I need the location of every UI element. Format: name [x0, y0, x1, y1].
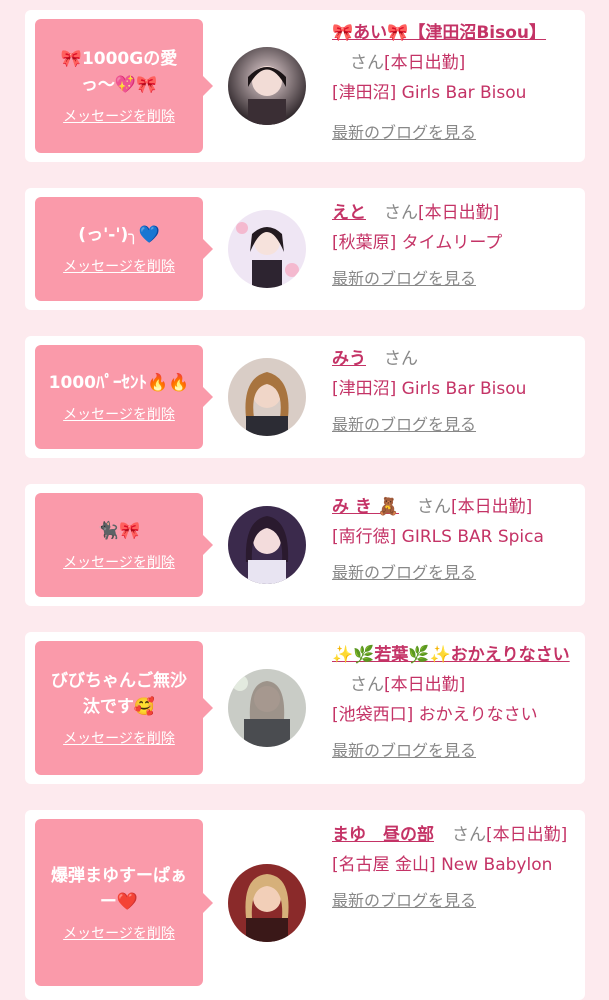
- latest-blog-link[interactable]: 最新のブログを見る: [332, 264, 476, 294]
- cast-info: えと さん[本日出勤] [秋葉原] タイムリープ 最新のブログを見る: [332, 198, 577, 294]
- delete-message-link[interactable]: メッセージを削除: [63, 256, 175, 276]
- cast-name-link[interactable]: まゆ 昼の部: [332, 825, 434, 845]
- message-text: 爆弾まゆすーぱぁ ー❤️: [51, 865, 187, 912]
- latest-blog-link[interactable]: 最新のブログを見る: [332, 558, 476, 588]
- favorite-card: 🎀1000Gの愛 っ〜💖🎀 メッセージを削除 🎀あい🎀【津田沼Bisou】さん[…: [25, 10, 585, 162]
- cast-name-link[interactable]: みう: [332, 349, 366, 369]
- message-bubble: 🎀1000Gの愛 っ〜💖🎀 メッセージを削除: [35, 19, 213, 153]
- honorific: さん: [452, 825, 486, 845]
- latest-blog-link[interactable]: 最新のブログを見る: [332, 118, 476, 148]
- honorific: さん: [350, 675, 384, 695]
- latest-blog-link[interactable]: 最新のブログを見る: [332, 736, 476, 766]
- favorite-list: 🎀1000Gの愛 っ〜💖🎀 メッセージを削除 🎀あい🎀【津田沼Bisou】さん[…: [0, 0, 609, 1000]
- delete-message-link[interactable]: メッセージを削除: [63, 552, 175, 572]
- work-status: [本日出勤]: [418, 203, 500, 223]
- favorite-card: 1000ﾊﾟｰｾﾝﾄ🔥🔥 メッセージを削除 みう さん [津田沼] Girls B…: [25, 336, 585, 458]
- message-text: 🐈‍⬛🎀: [97, 521, 141, 541]
- cast-name-link[interactable]: ✨🌿若葉🌿✨おかえりなさい: [332, 645, 570, 665]
- delete-message-link[interactable]: メッセージを削除: [63, 404, 175, 424]
- shop-name: [池袋西口] おかえりなさい: [332, 705, 538, 725]
- avatar[interactable]: [228, 358, 306, 436]
- cast-info: ✨🌿若葉🌿✨おかえりなさいさん[本日出勤] [池袋西口] おかえりなさい 最新の…: [332, 640, 577, 766]
- latest-blog-link[interactable]: 最新のブログを見る: [332, 886, 476, 916]
- cast-info: みう さん [津田沼] Girls Bar Bisou 最新のブログを見る: [332, 344, 577, 440]
- shop-name: [名古屋 金山] New Babylon: [332, 855, 553, 875]
- shop-name: [南行徳] GIRLS BAR Spica: [332, 527, 544, 547]
- delete-message-link[interactable]: メッセージを削除: [63, 923, 175, 943]
- latest-blog-link[interactable]: 最新のブログを見る: [332, 410, 476, 440]
- honorific: さん: [417, 497, 452, 517]
- work-status: [本日出勤]: [451, 497, 533, 517]
- cast-info: まゆ 昼の部 さん[本日出勤] [名古屋 金山] New Babylon 最新のブ…: [332, 820, 577, 916]
- cast-info: み き 🧸 さん[本日出勤] [南行徳] GIRLS BAR Spica 最新のブ…: [332, 492, 577, 588]
- avatar[interactable]: [228, 506, 306, 584]
- work-status: [本日出勤]: [384, 53, 466, 73]
- honorific: さん: [350, 53, 384, 73]
- message-bubble: びびちゃんご無沙 汰です🥰 メッセージを削除: [35, 641, 213, 775]
- work-status: [本日出勤]: [384, 675, 466, 695]
- delete-message-link[interactable]: メッセージを削除: [63, 728, 175, 748]
- avatar[interactable]: [228, 47, 306, 125]
- message-bubble: 🐈‍⬛🎀 メッセージを削除: [35, 493, 213, 597]
- message-text: 1000ﾊﾟｰｾﾝﾄ🔥🔥: [48, 373, 190, 393]
- avatar[interactable]: [228, 669, 306, 747]
- shop-name: [津田沼] Girls Bar Bisou: [332, 379, 527, 399]
- message-bubble: 1000ﾊﾟｰｾﾝﾄ🔥🔥 メッセージを削除: [35, 345, 213, 449]
- message-text: (っ'-')╮💙: [78, 225, 160, 245]
- favorite-card: 爆弾まゆすーぱぁ ー❤️ メッセージを削除 まゆ 昼の部 さん[本日出勤] [名古…: [25, 810, 585, 1000]
- cast-name-link[interactable]: 🎀あい🎀【津田沼Bisou】: [332, 23, 546, 43]
- shop-name: [津田沼] Girls Bar Bisou: [332, 83, 527, 103]
- cast-name-link[interactable]: えと: [332, 203, 366, 223]
- avatar[interactable]: [228, 210, 306, 288]
- delete-message-link[interactable]: メッセージを削除: [63, 106, 175, 126]
- message-bubble: (っ'-')╮💙 メッセージを削除: [35, 197, 213, 301]
- favorite-card: びびちゃんご無沙 汰です🥰 メッセージを削除 ✨🌿若葉🌿✨おかえりなさいさん[本…: [25, 632, 585, 784]
- message-text: びびちゃんご無沙 汰です🥰: [51, 671, 187, 717]
- honorific: さん: [384, 349, 418, 369]
- avatar[interactable]: [228, 864, 306, 942]
- favorite-card: (っ'-')╮💙 メッセージを削除 えと さん[本日出勤] [秋葉原] タイムリー…: [25, 188, 585, 310]
- shop-name: [秋葉原] タイムリープ: [332, 233, 503, 253]
- cast-info: 🎀あい🎀【津田沼Bisou】さん[本日出勤] [津田沼] Girls Bar B…: [332, 18, 577, 148]
- work-status: [本日出勤]: [486, 825, 568, 845]
- message-bubble: 爆弾まゆすーぱぁ ー❤️ メッセージを削除: [35, 819, 213, 986]
- message-text: 🎀1000Gの愛 っ〜💖🎀: [60, 49, 178, 95]
- cast-name-link[interactable]: み き 🧸: [332, 497, 399, 517]
- honorific: さん: [384, 203, 418, 223]
- favorite-card: 🐈‍⬛🎀 メッセージを削除 み き 🧸 さん[本日出勤] [南行徳] GIRLS …: [25, 484, 585, 606]
